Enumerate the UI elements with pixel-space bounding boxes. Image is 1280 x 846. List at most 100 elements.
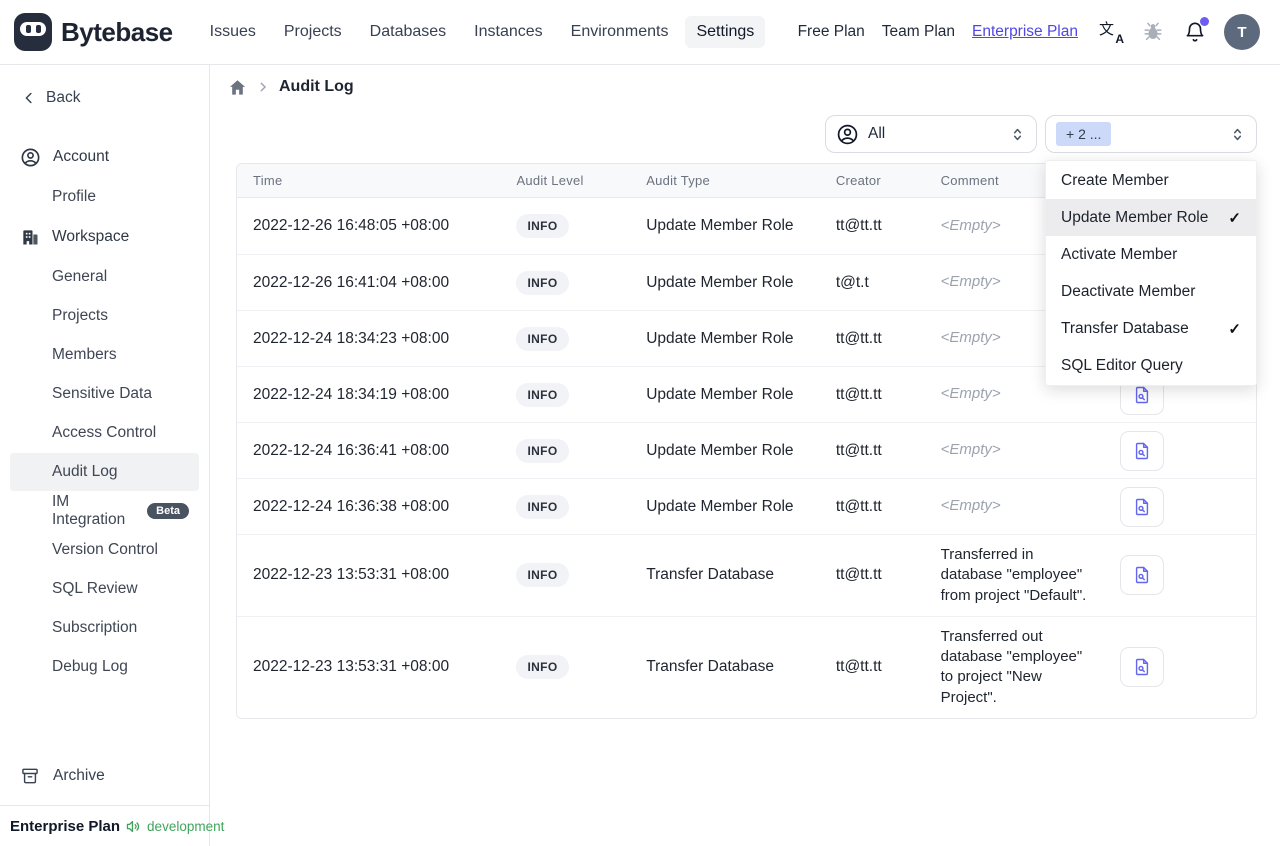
- menu-item-label: Activate Member: [1061, 245, 1178, 263]
- audit-type-value: Update Member Role: [646, 441, 794, 459]
- view-payload-button[interactable]: [1120, 555, 1165, 596]
- cell-comment: Transferred in database "employee" from …: [925, 535, 1105, 616]
- sidebar-item-members[interactable]: Members: [10, 336, 199, 374]
- view-payload-button[interactable]: [1120, 486, 1165, 527]
- menu-item-label: Create Member: [1061, 171, 1169, 189]
- cell-audit-level: INFO: [500, 563, 630, 588]
- menu-item-label: SQL Editor Query: [1061, 356, 1183, 374]
- creator-filter-value: All: [868, 125, 886, 142]
- sidebar-item-audit-log[interactable]: Audit Log: [10, 453, 199, 491]
- creator-value: tt@tt.tt: [835, 497, 882, 515]
- cell-audit-level: INFO: [500, 326, 630, 351]
- file-search-icon: [1132, 565, 1152, 585]
- menu-item-create-member[interactable]: Create Member ✓: [1046, 162, 1256, 199]
- nav-item-projects[interactable]: Projects: [273, 16, 353, 48]
- nav-item-settings[interactable]: Settings: [685, 16, 766, 48]
- nav-item-databases[interactable]: Databases: [359, 16, 458, 48]
- menu-item-activate-member[interactable]: Activate Member ✓: [1046, 236, 1256, 273]
- sidebar-item-label: Version Control: [52, 541, 158, 558]
- brand-name: Bytebase: [61, 16, 173, 47]
- table-row: 2022-12-23 13:53:31 +08:00 INFO Transfer…: [237, 534, 1256, 616]
- audit-level-badge: INFO: [516, 655, 569, 680]
- team-plan-label: Team Plan: [881, 23, 956, 40]
- top-navigation-bar: Bytebase Issues Projects Databases Insta…: [0, 0, 1280, 65]
- cell-payload: [1104, 430, 1256, 471]
- sidebar-item-label: General: [52, 268, 108, 285]
- creator-value: tt@tt.tt: [835, 329, 882, 347]
- time-value: 2022-12-23 13:53:31 +08:00: [253, 658, 450, 676]
- nav-item-instances[interactable]: Instances: [463, 16, 553, 48]
- menu-item-update-member-role[interactable]: Update Member Role ✓: [1046, 199, 1256, 236]
- view-payload-button[interactable]: [1120, 430, 1165, 471]
- checkmark-icon: ✓: [1228, 320, 1241, 338]
- sidebar-item-label: SQL Review: [52, 580, 138, 597]
- sidebar-item-sql-review[interactable]: SQL Review: [10, 570, 199, 608]
- cell-comment: <Empty>: [925, 430, 1105, 470]
- nav-item-label: Projects: [283, 23, 342, 40]
- cell-time: 2022-12-23 13:53:31 +08:00: [237, 566, 500, 584]
- file-search-icon: [1132, 657, 1152, 677]
- comment-value: <Empty>: [940, 385, 1001, 403]
- cell-payload: [1104, 486, 1256, 527]
- cell-creator: tt@tt.tt: [820, 386, 925, 404]
- breadcrumb: Audit Log: [210, 73, 1280, 101]
- cell-time: 2022-12-23 13:53:31 +08:00: [237, 658, 500, 676]
- sidebar-item-subscription[interactable]: Subscription: [10, 609, 199, 647]
- creator-value: tt@tt.tt: [835, 566, 882, 584]
- sidebar-item-debug-log[interactable]: Debug Log: [10, 648, 199, 686]
- sidebar-item-label: Members: [52, 346, 117, 363]
- sidebar-item-label: Audit Log: [52, 463, 118, 480]
- home-icon[interactable]: [228, 78, 247, 97]
- section-title: Account: [53, 148, 110, 165]
- sidebar-item-im-integration[interactable]: IM Integration Beta: [10, 492, 199, 530]
- audit-type-value: Update Member Role: [646, 273, 794, 291]
- user-avatar[interactable]: T: [1224, 14, 1260, 50]
- free-plan-label: Free Plan: [797, 23, 865, 40]
- nav-item-issues[interactable]: Issues: [199, 16, 267, 48]
- sidebar-item-version-control[interactable]: Version Control: [10, 531, 199, 569]
- cell-time: 2022-12-24 16:36:41 +08:00: [237, 442, 500, 460]
- back-button[interactable]: Back: [0, 83, 209, 113]
- sidebar-item-general[interactable]: General: [10, 258, 199, 296]
- cell-audit-level: INFO: [500, 270, 630, 295]
- nav-item-label: Environments: [570, 23, 669, 40]
- sidebar-section-account: Account: [10, 137, 199, 177]
- menu-item-transfer-database[interactable]: Transfer Database ✓: [1046, 310, 1256, 347]
- notifications-button[interactable]: [1182, 17, 1209, 45]
- menu-item-deactivate-member[interactable]: Deactivate Member ✓: [1046, 273, 1256, 310]
- audit-level-badge: INFO: [516, 270, 569, 295]
- archive-button[interactable]: Archive: [0, 759, 209, 793]
- comment-value: <Empty>: [940, 216, 1001, 234]
- audit-type-value: Update Member Role: [646, 217, 794, 234]
- bytebase-logo-icon: [14, 13, 52, 51]
- sidebar-item-profile[interactable]: Profile: [10, 178, 199, 216]
- cell-audit-level: INFO: [500, 382, 630, 407]
- nav-item-environments[interactable]: Environments: [560, 16, 680, 48]
- topbar-right: Free Plan Team Plan Enterprise Plan 文A T: [798, 14, 1260, 50]
- sidebar-section-workspace: Workspace: [10, 217, 199, 257]
- cell-audit-level: INFO: [500, 438, 630, 463]
- menu-item-label: Transfer Database: [1061, 319, 1189, 337]
- bytebase-logo[interactable]: Bytebase: [14, 13, 173, 51]
- audit-level-badge: INFO: [516, 382, 569, 407]
- sidebar-item-sensitive-data[interactable]: Sensitive Data: [10, 375, 199, 413]
- cell-creator: tt@tt.tt: [820, 566, 925, 584]
- time-value: 2022-12-24 18:34:19 +08:00: [253, 385, 450, 403]
- translate-button[interactable]: 文A: [1098, 19, 1124, 46]
- cell-comment: Transferred out database "employee" to p…: [925, 617, 1105, 718]
- sidebar-item-label: Sensitive Data: [52, 385, 152, 402]
- bug-report-button[interactable]: [1140, 19, 1166, 45]
- audit-type-filter-select[interactable]: + 2 ...: [1045, 115, 1257, 153]
- audit-type-value: Transfer Database: [646, 566, 774, 584]
- sidebar-item-label: Projects: [52, 307, 108, 324]
- sidebar-item-access-control[interactable]: Access Control: [10, 414, 199, 452]
- cell-creator: tt@tt.tt: [820, 442, 925, 460]
- cell-time: 2022-12-26 16:48:05 +08:00: [237, 217, 500, 235]
- plan-links: Free Plan Team Plan Enterprise Plan: [798, 23, 1078, 41]
- view-payload-button[interactable]: [1120, 647, 1165, 688]
- enterprise-plan-label[interactable]: Enterprise Plan: [972, 23, 1078, 41]
- column-header-audit-level: Audit Level: [516, 173, 584, 188]
- menu-item-sql-editor-query[interactable]: SQL Editor Query ✓: [1046, 347, 1256, 384]
- creator-filter-select[interactable]: All: [825, 115, 1037, 153]
- sidebar-item-projects[interactable]: Projects: [10, 297, 199, 335]
